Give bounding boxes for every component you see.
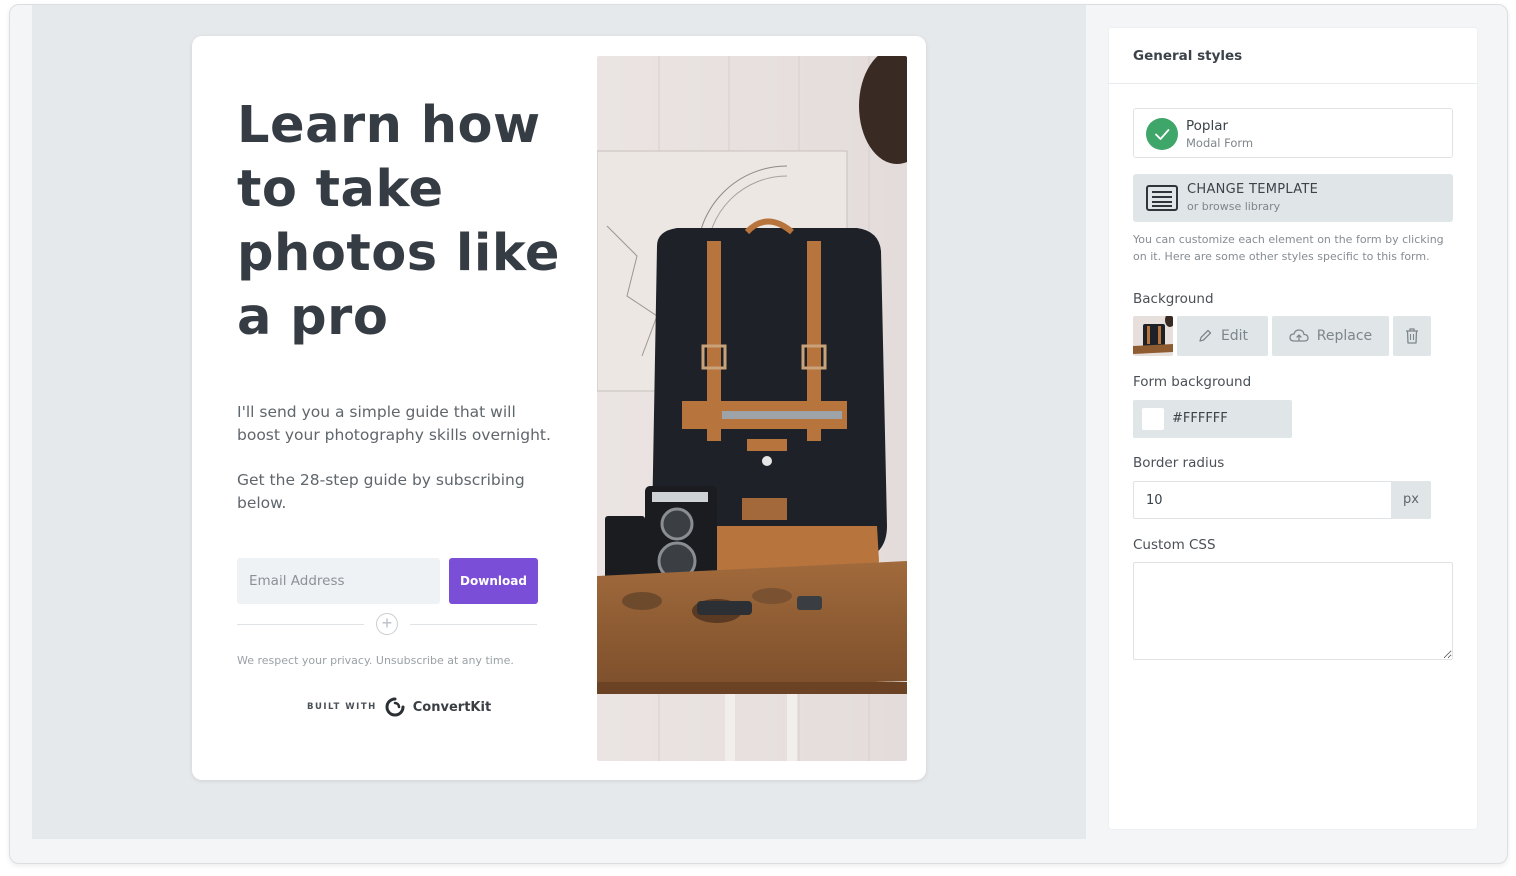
color-hex-value: #FFFFFF	[1172, 411, 1228, 426]
color-swatch[interactable]	[1142, 408, 1164, 430]
plus-circle-icon[interactable]: +	[376, 613, 398, 635]
help-text: You can customize each element on the fo…	[1133, 233, 1444, 263]
change-template-label: CHANGE TEMPLATE	[1187, 182, 1319, 197]
form-background-label: Form background	[1133, 374, 1252, 390]
replace-label: Replace	[1316, 328, 1373, 344]
template-type: Modal Form	[1186, 136, 1254, 150]
backpack-photo[interactable]	[597, 56, 907, 761]
backpack-photo-image	[597, 56, 907, 761]
custom-css-label: Custom CSS	[1133, 537, 1216, 553]
form-card[interactable]: Learn how to take photos like a pro I'll…	[192, 36, 926, 780]
form-subscribe-text[interactable]: Get the 28-step guide by subscribing bel…	[237, 469, 557, 515]
divider	[410, 624, 537, 625]
current-template-card: Poplar Modal Form	[1133, 108, 1453, 158]
convertkit-name: ConvertKit	[412, 699, 492, 715]
form-description[interactable]: I'll send you a simple guide that will b…	[237, 401, 557, 447]
download-button[interactable]: Download	[449, 558, 538, 604]
form-preview-canvas: Learn how to take photos like a pro I'll…	[32, 5, 1086, 839]
edit-label: Edit	[1220, 328, 1249, 344]
px-unit-label: px	[1391, 481, 1431, 519]
built-with-badge[interactable]: BUILT WITH ConvertKit	[307, 697, 491, 717]
background-thumbnail-image	[1133, 316, 1173, 356]
check-icon	[1146, 118, 1178, 150]
browse-library-label: or browse library	[1187, 200, 1281, 213]
convertkit-logo-icon	[385, 697, 405, 717]
styles-sidebar: General styles Poplar Modal Form CHANGE …	[1109, 28, 1477, 829]
replace-background-button[interactable]: Replace	[1272, 316, 1389, 356]
edit-background-button[interactable]: Edit	[1177, 316, 1268, 356]
template-icon	[1146, 185, 1178, 211]
border-radius-label: Border radius	[1133, 455, 1225, 471]
delete-background-button[interactable]	[1393, 316, 1431, 356]
form-editor-window: Learn how to take photos like a pro I'll…	[9, 4, 1508, 864]
privacy-note[interactable]: We respect your privacy. Unsubscribe at …	[237, 654, 514, 667]
divider	[237, 624, 364, 625]
change-template-button[interactable]: CHANGE TEMPLATE or browse library	[1133, 174, 1453, 222]
template-name: Poplar	[1186, 118, 1229, 134]
cloud-upload-icon	[1289, 329, 1309, 342]
pencil-icon	[1199, 329, 1212, 342]
built-with-label: BUILT WITH	[307, 702, 377, 712]
form-background-color-field[interactable]: #FFFFFF	[1133, 400, 1292, 438]
background-label: Background	[1133, 291, 1214, 307]
form-headline[interactable]: Learn how to take photos like a pro	[237, 94, 567, 350]
sidebar-title: General styles	[1133, 48, 1243, 64]
background-thumbnail[interactable]	[1133, 316, 1173, 356]
trash-icon	[1406, 328, 1418, 344]
divider	[1109, 83, 1477, 84]
border-radius-input[interactable]	[1133, 481, 1391, 519]
email-field[interactable]	[237, 558, 440, 604]
custom-css-textarea[interactable]	[1133, 562, 1453, 660]
